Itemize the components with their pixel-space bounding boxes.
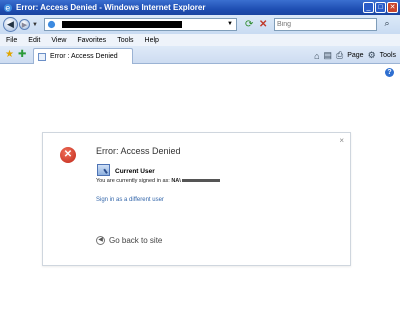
page-content: ? × ✕ Error: Access Denied Current User …: [0, 64, 400, 311]
address-toolbar: ◀ ▶ ▼ ▼ ⟳ ✕ ⌕: [0, 15, 400, 34]
address-bar[interactable]: ▼: [44, 18, 237, 31]
redacted-username: [181, 179, 220, 183]
gear-icon[interactable]: ⚙: [368, 50, 376, 61]
feeds-icon[interactable]: ▤: [324, 50, 333, 61]
tab-page-icon: [38, 52, 46, 61]
user-icon: [97, 164, 110, 176]
menu-file[interactable]: File: [6, 37, 17, 44]
title-bar: e Error: Access Denied - Windows Interne…: [0, 0, 400, 15]
forward-button[interactable]: ▶: [19, 19, 30, 30]
search-icon[interactable]: ⌕: [380, 18, 394, 31]
signed-in-prefix: You are currently signed in as:: [96, 178, 170, 184]
tab-error-access-denied[interactable]: Error : Access Denied: [33, 48, 133, 64]
refresh-icon[interactable]: ⟳: [245, 19, 253, 30]
search-input[interactable]: [274, 18, 377, 31]
favorites-star-icon[interactable]: ★: [5, 49, 14, 60]
stop-icon[interactable]: ✕: [259, 19, 267, 30]
window-controls: _ □ ✕: [363, 2, 398, 13]
add-favorite-icon[interactable]: ✚: [18, 49, 26, 60]
tab-row: ★ ✚ Error : Access Denied ⌂ ▤ ⎙ Page ⚙ T…: [0, 46, 400, 64]
error-icon: ✕: [60, 147, 76, 163]
help-icon[interactable]: ?: [385, 68, 394, 77]
menu-tools[interactable]: Tools: [117, 37, 133, 44]
close-window-button[interactable]: ✕: [387, 2, 398, 13]
signed-in-text: You are currently signed in as: NA\: [96, 178, 220, 184]
back-button[interactable]: ◀: [3, 17, 18, 32]
tab-label: Error : Access Denied: [50, 53, 118, 60]
window-title: Error: Access Denied - Windows Internet …: [16, 3, 206, 12]
signed-in-user: NA\: [171, 178, 181, 184]
menu-favorites[interactable]: Favorites: [77, 37, 106, 44]
print-icon[interactable]: ⎙: [336, 50, 343, 61]
address-url-redacted: [62, 21, 182, 28]
tools-menu-button[interactable]: Tools: [380, 52, 396, 59]
minimize-button[interactable]: _: [363, 2, 374, 13]
dialog-close-icon[interactable]: ×: [339, 136, 344, 145]
page-menu-button[interactable]: Page: [347, 52, 363, 59]
page-icon: [47, 20, 56, 29]
go-back-label: Go back to site: [109, 236, 163, 245]
address-dropdown-icon[interactable]: ▼: [227, 21, 233, 27]
dialog-title: Error: Access Denied: [96, 146, 181, 156]
access-denied-dialog: × ✕ Error: Access Denied Current User Yo…: [42, 132, 351, 266]
command-bar: ⌂ ▤ ⎙ Page ⚙ Tools: [314, 50, 396, 61]
current-user-heading: Current User: [115, 168, 155, 175]
sign-in-different-user-link[interactable]: Sign in as a different user: [96, 197, 164, 203]
menu-edit[interactable]: Edit: [28, 37, 40, 44]
menu-bar: File Edit View Favorites Tools Help: [0, 34, 400, 46]
menu-view[interactable]: View: [51, 37, 66, 44]
menu-help[interactable]: Help: [145, 37, 159, 44]
svg-text:e: e: [5, 3, 10, 12]
ie-logo-icon: e: [4, 3, 12, 12]
history-dropdown-icon[interactable]: ▼: [32, 22, 38, 28]
back-arrow-icon: ◀: [96, 236, 105, 245]
home-icon[interactable]: ⌂: [314, 51, 319, 61]
maximize-button[interactable]: □: [375, 2, 386, 13]
go-back-link[interactable]: ◀ Go back to site: [96, 236, 162, 245]
